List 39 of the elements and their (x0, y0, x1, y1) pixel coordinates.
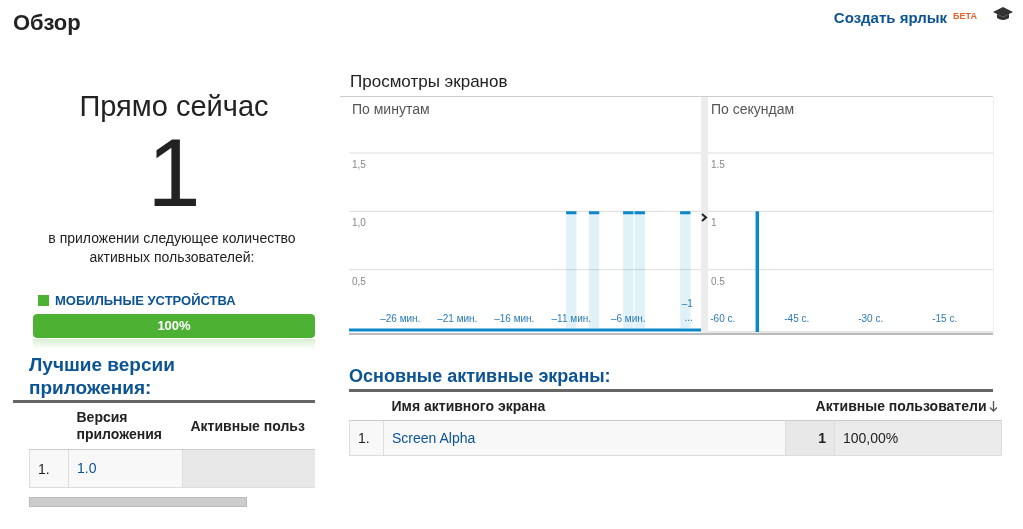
x-tick-label: –11 мин. (551, 313, 592, 324)
x-tick-label: -60 с. (710, 313, 736, 324)
x-tick-label: -30 с. (858, 313, 884, 324)
panel-subtitle: По секундам (710, 100, 796, 117)
x-tick-label: –26 мин. (380, 313, 421, 324)
page-title: Обзор (13, 10, 81, 36)
version-link[interactable]: 1.0 (68, 449, 183, 488)
y-tick-label: 0,5 (352, 275, 366, 287)
table-cell: 100,00% (834, 420, 1002, 456)
y-tick-label: 1 (711, 217, 717, 229)
graduation-cap-icon[interactable] (993, 7, 1013, 21)
row-number: 1. (349, 420, 384, 456)
x-tick-label: –16 мин. (494, 313, 535, 324)
bar[interactable] (755, 211, 760, 332)
device-label: МОБИЛЬНЫЕ УСТРОЙСТВА (55, 293, 236, 308)
y-tick-label: 1,0 (352, 217, 366, 229)
scrollbar-thumb[interactable] (29, 497, 247, 507)
x-tick-label: –21 мин. (437, 313, 478, 324)
screen-link[interactable]: Screen Alpha (383, 420, 786, 456)
y-tick-label: 1,5 (352, 159, 366, 170)
bar[interactable] (678, 211, 692, 330)
x-tick-label: –6 мин. (610, 313, 646, 324)
x-tick-label: -45 с. (784, 313, 810, 324)
realtime-title: Прямо сейчас (78, 90, 270, 123)
chart-title: Просмотры экранов (340, 72, 993, 97)
y-tick-label: 0.5 (711, 275, 725, 287)
sort-arrow-icon[interactable] (988, 401, 998, 412)
beta-label: БЕТА (953, 11, 977, 21)
table-cell: 1 (785, 420, 835, 456)
panel-subtitle: По минутам (351, 100, 431, 117)
x-tick-label: –1 ... (681, 298, 693, 323)
realtime-description: в приложении следующее количество активных пользователей: (47, 229, 297, 267)
create-shortcut-link[interactable]: Создать ярлык (833, 9, 948, 26)
percent-reading: 100% (156, 318, 192, 333)
y-tick-label: 1.5 (711, 159, 725, 170)
x-tick-label: -15 с. (932, 313, 958, 324)
row-number: 1. (29, 449, 69, 488)
chevron-right-icon[interactable] (701, 213, 708, 222)
active-users-count: 1 (147, 123, 202, 223)
